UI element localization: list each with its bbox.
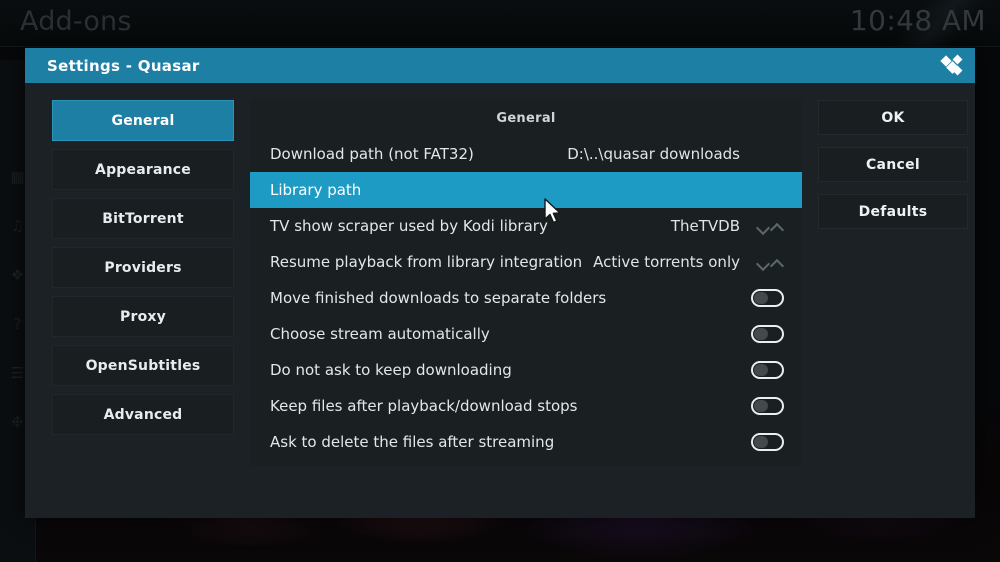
kodi-logo-icon xyxy=(939,53,965,79)
setting-label: Choose stream automatically xyxy=(270,325,490,343)
action-button-label: OK xyxy=(881,109,905,126)
setting-row[interactable]: TV show scraper used by Kodi library TheT… xyxy=(250,208,802,244)
music-icon: ♫ xyxy=(10,217,25,235)
setting-toggle[interactable] xyxy=(751,397,784,415)
settings-panel: General Download path (not FAT32) D:\..\q… xyxy=(250,100,802,466)
sidebar-item-label: Proxy xyxy=(120,308,166,325)
setting-row[interactable]: Move finished downloads to separate fold… xyxy=(250,280,802,316)
sidebar-item-advanced[interactable]: Advanced xyxy=(52,394,234,435)
settings-category-sidebar: General Appearance BitTorrent Providers Prox… xyxy=(52,100,234,518)
setting-label: TV show scraper used by Kodi library xyxy=(270,217,548,235)
toggle-knob xyxy=(754,364,768,376)
setting-spinner[interactable] xyxy=(750,220,784,233)
setting-row[interactable]: Ask to delete the files after streaming xyxy=(250,424,802,460)
sidebar-item-providers[interactable]: Providers xyxy=(52,247,234,288)
setting-row[interactable]: Do not ask to keep downloading xyxy=(250,352,802,388)
chevron-up-icon[interactable] xyxy=(771,256,784,269)
sidebar-item-label: Advanced xyxy=(103,406,183,423)
setting-row[interactable]: Keep files after playback/download stops xyxy=(250,388,802,424)
list-icon: ☰ xyxy=(10,364,25,382)
sidebar-item-bittorrent[interactable]: BitTorrent xyxy=(52,198,234,239)
setting-label: Download path (not FAT32) xyxy=(270,145,474,163)
setting-spinner[interactable] xyxy=(750,256,784,269)
setting-toggle[interactable] xyxy=(751,289,784,307)
dialog-titlebar: Settings - Quasar xyxy=(25,48,975,83)
setting-value: Active torrents only xyxy=(593,253,740,271)
chevron-up-icon[interactable] xyxy=(771,220,784,233)
question-icon: ? xyxy=(13,315,22,333)
setting-label: Move finished downloads to separate fold… xyxy=(270,289,607,307)
setting-row[interactable]: Download path (not FAT32) D:\..\quasar do… xyxy=(250,136,802,172)
chevron-down-icon[interactable] xyxy=(757,256,770,269)
sidebar-item-label: OpenSubtitles xyxy=(85,357,201,374)
sidebar-item-appearance[interactable]: Appearance xyxy=(52,149,234,190)
setting-value: D:\..\quasar downloads xyxy=(567,145,740,163)
setting-label: Ask to delete the files after streaming xyxy=(270,433,555,451)
dialog-action-buttons: OK Cancel Defaults xyxy=(818,100,968,518)
setting-toggle[interactable] xyxy=(751,361,784,379)
cancel-button[interactable]: Cancel xyxy=(818,147,968,182)
sidebar-item-label: General xyxy=(111,112,175,129)
panel-header: General xyxy=(496,110,556,126)
setting-row[interactable]: Library path xyxy=(250,172,802,208)
toggle-knob xyxy=(754,292,768,304)
action-button-label: Defaults xyxy=(858,203,928,220)
toggle-knob xyxy=(754,328,768,340)
toggle-knob xyxy=(754,436,768,448)
setting-row[interactable]: Resume playback from library integration… xyxy=(250,244,802,280)
setting-toggle[interactable] xyxy=(751,433,784,451)
sidebar-item-label: Appearance xyxy=(95,161,191,178)
defaults-button[interactable]: Defaults xyxy=(818,194,968,229)
sidebar-item-label: Providers xyxy=(104,259,182,276)
sidebar-item-general[interactable]: General xyxy=(52,100,234,141)
settings-row-list: Download path (not FAT32) D:\..\quasar do… xyxy=(250,136,802,460)
backdrop-divider xyxy=(0,46,1000,47)
settings-dialog: Settings - Quasar General Appearance BitTo… xyxy=(25,48,975,518)
sidebar-item-proxy[interactable]: Proxy xyxy=(52,296,234,337)
screen-title: Add-ons xyxy=(20,6,132,37)
picture-icon: ❖ xyxy=(10,266,25,284)
setting-toggle[interactable] xyxy=(751,325,784,343)
setting-label: Keep files after playback/download stops xyxy=(270,397,578,415)
setting-value: TheTVDB xyxy=(670,217,740,235)
dialog-title: Settings - Quasar xyxy=(47,56,200,75)
mouse-cursor-icon xyxy=(544,198,561,224)
dialog-body: General Appearance BitTorrent Providers Prox… xyxy=(25,83,975,518)
setting-row[interactable]: Choose stream automatically xyxy=(250,316,802,352)
ok-button[interactable]: OK xyxy=(818,100,968,135)
sidebar-item-label: BitTorrent xyxy=(102,210,184,227)
setting-label: Library path xyxy=(270,181,362,199)
clock: 10:48 AM xyxy=(849,4,986,37)
sidebar-item-opensubtitles[interactable]: OpenSubtitles xyxy=(52,345,234,386)
action-button-label: Cancel xyxy=(865,156,921,173)
settings-icon: ❉ xyxy=(11,413,24,431)
toggle-knob xyxy=(754,400,768,412)
chevron-down-icon[interactable] xyxy=(757,220,770,233)
setting-label: Do not ask to keep downloading xyxy=(270,361,512,379)
setting-label: Resume playback from library integration xyxy=(270,253,583,271)
film-icon: ▦ xyxy=(10,168,25,186)
